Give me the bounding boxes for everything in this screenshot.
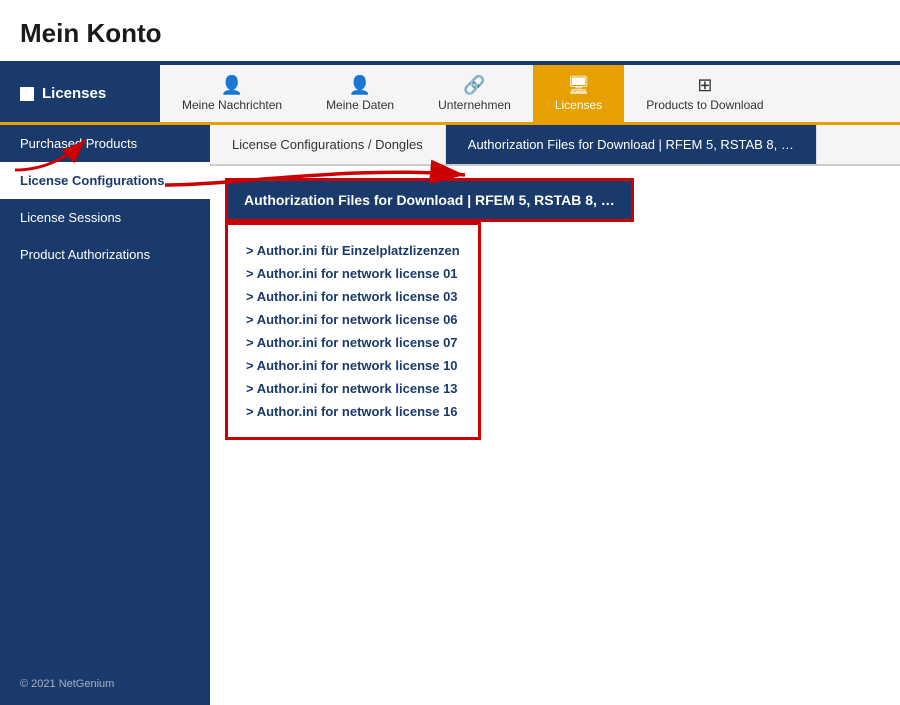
nav-logo: Licenses [0, 65, 160, 122]
sub-nav: License Configurations / Dongles Authori… [210, 125, 900, 166]
nachrichten-icon: 👤 [221, 76, 243, 94]
nav-logo-label: Licenses [42, 85, 106, 102]
sidebar-footer: © 2021 NetGenium [0, 663, 210, 705]
auth-link-0[interactable]: > Author.ini für Einzelplatzlizenzen [246, 239, 460, 262]
nav-daten[interactable]: 👤 Meine Daten [304, 65, 416, 122]
sidebar-item-product-auth[interactable]: Product Authorizations [0, 236, 210, 273]
licenses-icon [20, 87, 34, 101]
auth-link-3[interactable]: > Author.ini for network license 06 [246, 308, 460, 331]
right-side: License Configurations / Dongles Authori… [210, 125, 900, 705]
auth-link-5[interactable]: > Author.ini for network license 10 [246, 354, 460, 377]
auth-link-2[interactable]: > Author.ini for network license 03 [246, 285, 460, 308]
unternehmen-icon: 🔗 [463, 76, 485, 94]
nav-nachrichten-label: Meine Nachrichten [182, 98, 282, 112]
nav-items: 👤 Meine Nachrichten 👤 Meine Daten 🔗 Unte… [160, 65, 900, 122]
top-nav: Licenses 👤 Meine Nachrichten 👤 Meine Dat… [0, 65, 900, 125]
sidebar-item-purchased[interactable]: Purchased Products [0, 125, 210, 162]
products-icon: ⊞ [697, 76, 712, 94]
nav-unternehmen[interactable]: 🔗 Unternehmen [416, 65, 533, 122]
nav-licenses-label: Licenses [555, 98, 602, 112]
sidebar: Purchased Products License Configuration… [0, 125, 210, 705]
auth-header: Authorization Files for Download | RFEM … [225, 178, 634, 222]
nav-daten-label: Meine Daten [326, 98, 394, 112]
subnav-dongles[interactable]: License Configurations / Dongles [210, 125, 446, 164]
licenses-nav-icon: 🖥 [567, 76, 590, 94]
sidebar-item-license-sessions[interactable]: License Sessions [0, 199, 210, 236]
sidebar-item-license-config[interactable]: License Configurations [0, 162, 210, 199]
page-title: Mein Konto [0, 0, 900, 65]
subnav-auth-files[interactable]: Authorization Files for Download | RFEM … [446, 125, 817, 164]
auth-link-7[interactable]: > Author.ini for network license 16 [246, 400, 460, 423]
nav-products[interactable]: ⊞ Products to Download [624, 65, 785, 122]
auth-link-4[interactable]: > Author.ini for network license 07 [246, 331, 460, 354]
auth-files-section: Authorization Files for Download | RFEM … [225, 178, 634, 440]
main-content: Authorization Files for Download | RFEM … [210, 166, 900, 452]
auth-link-6[interactable]: > Author.ini for network license 13 [246, 377, 460, 400]
nav-licenses[interactable]: 🖥 Licenses [533, 65, 624, 122]
nav-nachrichten[interactable]: 👤 Meine Nachrichten [160, 65, 304, 122]
auth-link-1[interactable]: > Author.ini for network license 01 [246, 262, 460, 285]
daten-icon: 👤 [349, 76, 371, 94]
nav-products-label: Products to Download [646, 98, 763, 112]
nav-unternehmen-label: Unternehmen [438, 98, 511, 112]
auth-links-box: > Author.ini für Einzelplatzlizenzen > A… [225, 222, 481, 440]
main-layout: Purchased Products License Configuration… [0, 125, 900, 705]
